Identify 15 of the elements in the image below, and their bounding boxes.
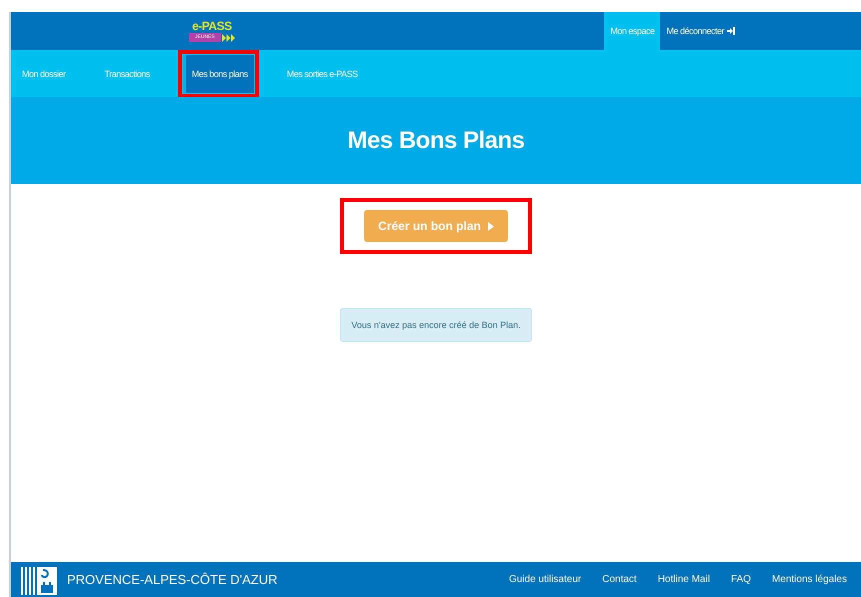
region-logo-icon <box>19 564 59 594</box>
chevrons-icon <box>222 34 235 42</box>
account-link[interactable]: Me déconnecter <box>660 12 741 50</box>
footer-link[interactable]: Contact <box>602 574 637 585</box>
caret-icon <box>488 222 494 230</box>
footer-link[interactable]: Mentions légales <box>772 574 847 585</box>
footer-link[interactable]: Hotline Mail <box>658 574 710 585</box>
footer-link[interactable]: Guide utilisateur <box>508 574 582 585</box>
footer-link[interactable]: FAQ <box>730 574 751 585</box>
sign-out-icon <box>727 27 735 35</box>
info-notice: Vous n'avez pas encore créé de Bon Plan. <box>340 308 532 342</box>
nav-tab[interactable]: Mes bons plans <box>182 54 254 92</box>
logo-title: e-PASS <box>192 20 232 32</box>
page-title: Mes Bons Plans <box>347 126 525 154</box>
region-name: PROVENCE-ALPES-CÔTE D'AZUR <box>67 572 279 587</box>
